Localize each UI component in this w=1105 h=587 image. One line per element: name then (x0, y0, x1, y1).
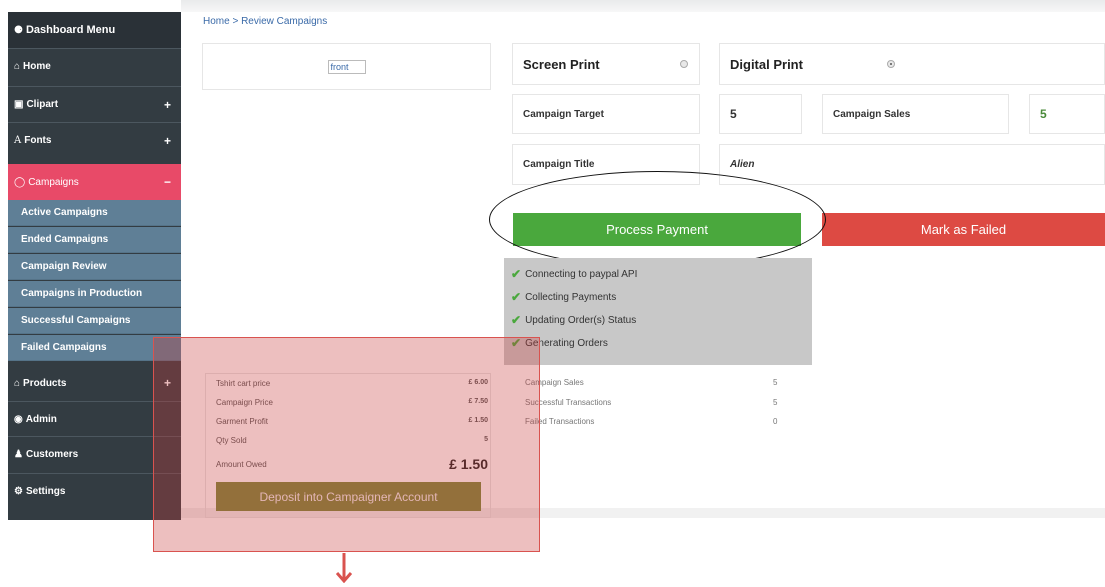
status-text: Connecting to paypal API (525, 268, 638, 280)
campaign-title-label-box: Campaign Title (512, 144, 700, 185)
campaign-target-value: 5 (730, 107, 737, 121)
top-bar (181, 0, 1105, 12)
digital-print-radio[interactable] (887, 60, 895, 68)
digital-print-option[interactable]: Digital Print (719, 43, 1105, 85)
status-text: Updating Order(s) Status (525, 314, 637, 326)
sidebar-subitem-active[interactable]: Active Campaigns (8, 200, 181, 226)
status-panel: ✔ Connecting to paypal API ✔ Collecting … (504, 258, 812, 365)
sidebar-subitem-ended[interactable]: Ended Campaigns (8, 227, 181, 253)
sidebar-item-label: Products (23, 377, 67, 389)
stat-value: 0 (773, 417, 778, 426)
check-icon: ✔ (511, 313, 522, 327)
sidebar-item-label: Settings (25, 486, 66, 497)
circle-icon: ◯ (14, 176, 26, 188)
annotation-highlight (153, 337, 540, 552)
screen-print-label: Screen Print (523, 56, 600, 72)
sidebar-item-campaigns[interactable]: ◯ Campaigns − (8, 164, 181, 200)
campaign-target-label-box: Campaign Target (512, 94, 700, 134)
campaign-title-value-box: Alien (719, 144, 1105, 185)
check-icon: ✔ (511, 290, 522, 304)
sidebar-item-label: Customers (25, 449, 79, 460)
users-icon: ♟ (14, 449, 23, 460)
campaign-title-label: Campaign Title (523, 159, 595, 170)
dashboard-icon: ⚈ (14, 24, 23, 36)
breadcrumb[interactable]: Home > Review Campaigns (203, 16, 327, 27)
sidebar-item-home[interactable]: ⌂ Home (8, 48, 181, 84)
campaign-target-label: Campaign Target (523, 108, 604, 120)
home-icon: ⌂ (14, 61, 21, 72)
front-image-alt: front (330, 61, 349, 72)
sidebar-item-label: Admin (25, 414, 57, 425)
sidebar-item-label: Campaigns (28, 176, 79, 188)
arrow-down-icon (336, 553, 352, 583)
sidebar-subitem-review[interactable]: Campaign Review (8, 254, 181, 280)
mark-as-failed-button[interactable]: Mark as Failed (822, 213, 1105, 246)
sidebar-item-label: Home (23, 61, 51, 72)
sidebar-header: ⚈ Dashboard Menu (8, 12, 181, 48)
campaign-target-value-box: 5 (719, 94, 802, 134)
status-line: ✔ Connecting to paypal API (511, 267, 637, 281)
eye-icon: ◉ (14, 414, 23, 425)
collapse-icon[interactable]: − (164, 175, 171, 189)
sidebar-item-label: Clipart (26, 99, 59, 110)
gear-icon: ⚙ (14, 486, 23, 497)
expand-icon[interactable]: + (164, 98, 171, 112)
status-text: Collecting Payments (525, 291, 617, 303)
sidebar-header-label: Dashboard Menu (25, 24, 116, 36)
image-icon: ▣ (14, 99, 24, 110)
front-image: front (327, 59, 366, 74)
digital-print-label: Digital Print (730, 56, 803, 72)
campaign-sales-value: 5 (1040, 107, 1047, 121)
front-image-box: front (202, 43, 491, 90)
stat-value: 5 (773, 398, 778, 407)
campaign-sales-value-box: 5 (1029, 94, 1105, 134)
check-icon: ✔ (511, 267, 522, 281)
sidebar-subitem-production[interactable]: Campaigns in Production (8, 281, 181, 307)
expand-icon[interactable]: + (164, 134, 171, 148)
sidebar-item-label: Fonts (24, 135, 52, 146)
sidebar-item-clipart[interactable]: ▣ Clipart + (8, 86, 181, 122)
sidebar-item-fonts[interactable]: A Fonts + (8, 122, 181, 158)
broken-image-icon: front (327, 59, 366, 74)
font-icon: A (14, 135, 22, 146)
status-line: ✔ Collecting Payments (511, 290, 616, 304)
process-payment-button[interactable]: Process Payment (513, 213, 801, 246)
campaign-sales-label: Campaign Sales (833, 108, 911, 120)
stat-value: 5 (773, 378, 778, 387)
home-icon: ⌂ (14, 377, 21, 389)
sidebar-subitem-successful[interactable]: Successful Campaigns (8, 308, 181, 334)
campaign-sales-label-box: Campaign Sales (822, 94, 1009, 134)
screen-print-option[interactable]: Screen Print (512, 43, 700, 85)
screen-print-radio[interactable] (680, 60, 688, 68)
status-line: ✔ Updating Order(s) Status (511, 313, 636, 327)
campaign-title-value: Alien (730, 159, 755, 170)
